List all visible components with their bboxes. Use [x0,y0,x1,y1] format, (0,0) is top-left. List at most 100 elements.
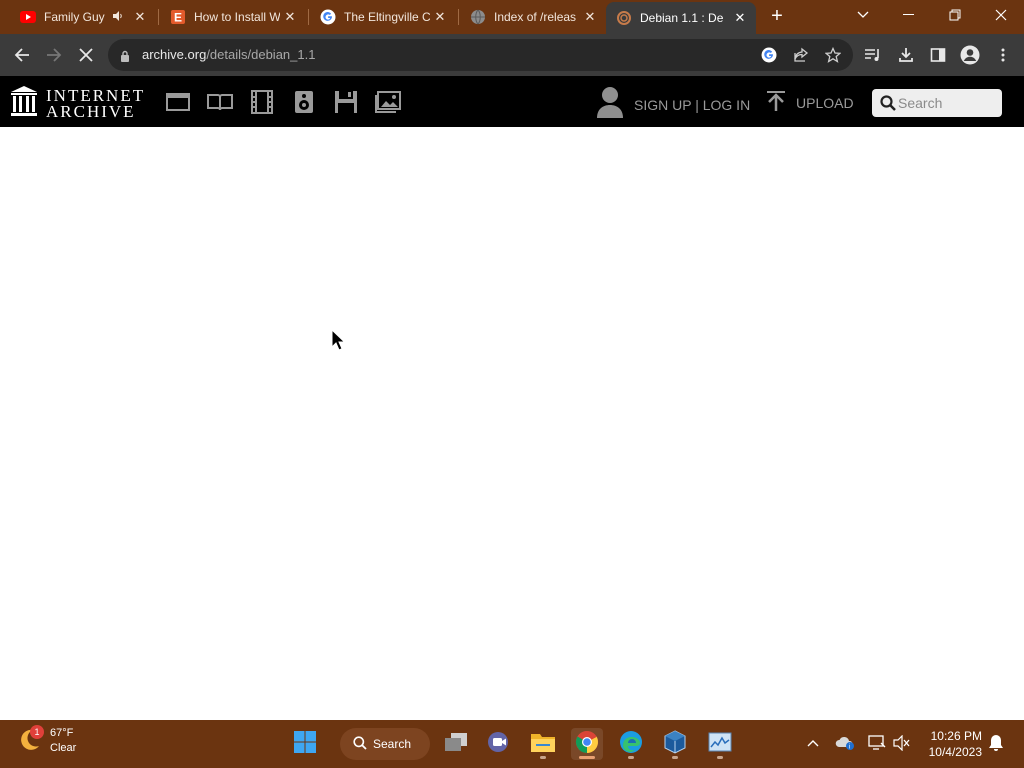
folder-icon [530,731,556,758]
youtube-icon [20,9,36,25]
google-lens-icon[interactable] [760,46,778,64]
chrome-icon [575,730,599,759]
virtualbox-button[interactable] [659,728,691,760]
notification-badge: 1 [30,725,44,739]
ia-search-box[interactable] [872,89,1002,117]
close-icon[interactable]: ✕ [280,7,300,27]
browser-tab-strip: Family Guy ✕ E How to Install W ✕ The El… [0,0,1024,34]
google-g-icon [320,9,336,25]
close-window-button[interactable] [978,0,1024,30]
tab-title: Debian 1.1 : De [640,11,724,25]
back-arrow-icon[interactable] [9,42,35,68]
running-indicator [717,756,723,759]
search-input[interactable] [898,93,998,113]
clock-time: 10:26 PM [930,729,982,743]
profile-avatar-icon[interactable] [957,42,983,68]
minimize-button[interactable] [886,0,932,30]
upload-link[interactable]: UPLOAD [766,90,854,115]
loading-spinner-icon [616,10,632,26]
upload-label: UPLOAD [796,94,854,111]
ia-top-nav: INTERNET ARCHIVE SIGN UP | LOG IN UPLOAD… [0,76,1024,127]
restore-button[interactable] [932,0,978,30]
tab-separator [308,9,309,25]
volume-muted-icon[interactable] [891,732,913,754]
weather-condition: Clear [50,742,77,754]
tab-search-chevron-icon[interactable] [840,0,886,30]
monitor-app-button[interactable] [704,728,736,760]
taskbar-search-label: Search [373,737,412,751]
video-icon[interactable] [249,89,275,115]
more-menu-icon[interactable] [990,42,1016,68]
tab-title: Index of /releas [494,10,577,24]
tab-separator [458,9,459,25]
chart-window-icon [708,732,732,757]
notification-bell-icon[interactable] [985,732,1007,754]
start-button[interactable] [289,728,321,760]
page-content-area [0,127,1024,720]
texts-icon[interactable] [207,89,233,115]
running-indicator [540,756,546,759]
task-view-button[interactable] [440,728,472,760]
weather-moon-icon: 1 [16,725,44,755]
active-indicator [579,756,595,759]
clock-date: 10/4/2023 [928,745,982,759]
url-host: archive.org [142,47,207,62]
close-icon[interactable]: ✕ [430,7,450,27]
archive-building-icon [10,85,38,122]
running-indicator [672,756,678,759]
side-panel-icon[interactable] [925,42,951,68]
tab-debian-active[interactable]: Debian 1.1 : De ✕ [606,2,756,34]
ia-logo[interactable]: INTERNET ARCHIVE [10,85,145,122]
task-view-icon [444,732,468,757]
network-display-icon[interactable] [866,732,888,754]
share-icon[interactable] [792,46,810,64]
teams-video-icon [487,731,511,758]
search-icon[interactable] [880,95,896,116]
mouse-pointer-icon [331,328,346,356]
address-bar[interactable]: archive.org/details/debian_1.1 [108,39,853,71]
account-area[interactable]: SIGN UP | LOG IN [596,86,750,123]
tab-index-of-releases[interactable]: Index of /releas ✕ [460,0,606,34]
windows-taskbar: 1 67°F Clear Search i 10:26 PM 10/4/2023 [0,720,1024,768]
speaker-icon[interactable] [112,10,124,25]
forward-arrow-icon[interactable] [41,42,67,68]
browser-toolbar: archive.org/details/debian_1.1 [0,34,1024,76]
tab-eltingville[interactable]: The Eltingville C ✕ [310,0,456,34]
signup-login-link[interactable]: SIGN UP | LOG IN [634,97,750,113]
tab-title: The Eltingville C [344,10,430,24]
weather-temperature: 67°F [50,727,74,739]
ia-logo-line2: ARCHIVE [46,101,136,121]
tab-family-guy[interactable]: Family Guy ✕ [10,0,156,34]
edge-button[interactable] [615,728,647,760]
tab-title: Family Guy [44,10,105,24]
search-icon [353,735,367,753]
lock-icon[interactable] [120,49,130,67]
stop-loading-icon[interactable] [73,42,99,68]
tab-how-to-install[interactable]: E How to Install W ✕ [160,0,306,34]
close-icon[interactable]: ✕ [130,7,150,27]
show-hidden-icons-chevron-icon[interactable] [802,732,824,754]
media-controls-icon[interactable] [860,42,886,68]
onedrive-icon[interactable]: i [834,732,856,754]
web-icon[interactable] [165,89,191,115]
bookmark-star-icon[interactable] [824,46,842,64]
system-clock[interactable]: 10:26 PM 10/4/2023 [920,728,982,760]
globe-icon [470,9,486,25]
user-avatar-icon[interactable] [596,86,624,123]
close-icon[interactable]: ✕ [730,8,750,28]
audio-icon[interactable] [291,89,317,115]
tab-title: How to Install W [194,10,280,24]
url-text[interactable]: archive.org/details/debian_1.1 [142,47,315,62]
file-explorer-button[interactable] [527,728,559,760]
download-icon[interactable] [893,42,919,68]
close-icon[interactable]: ✕ [580,7,600,27]
taskbar-search-button[interactable]: Search [340,728,430,760]
weather-widget[interactable]: 1 67°F Clear [16,725,77,756]
new-tab-button[interactable]: + [766,6,788,28]
ia-wordmark: INTERNET ARCHIVE [46,87,145,121]
software-icon[interactable] [333,89,359,115]
chrome-button[interactable] [571,728,603,760]
teams-chat-button[interactable] [483,728,515,760]
running-indicator [628,756,634,759]
images-icon[interactable] [375,89,401,115]
